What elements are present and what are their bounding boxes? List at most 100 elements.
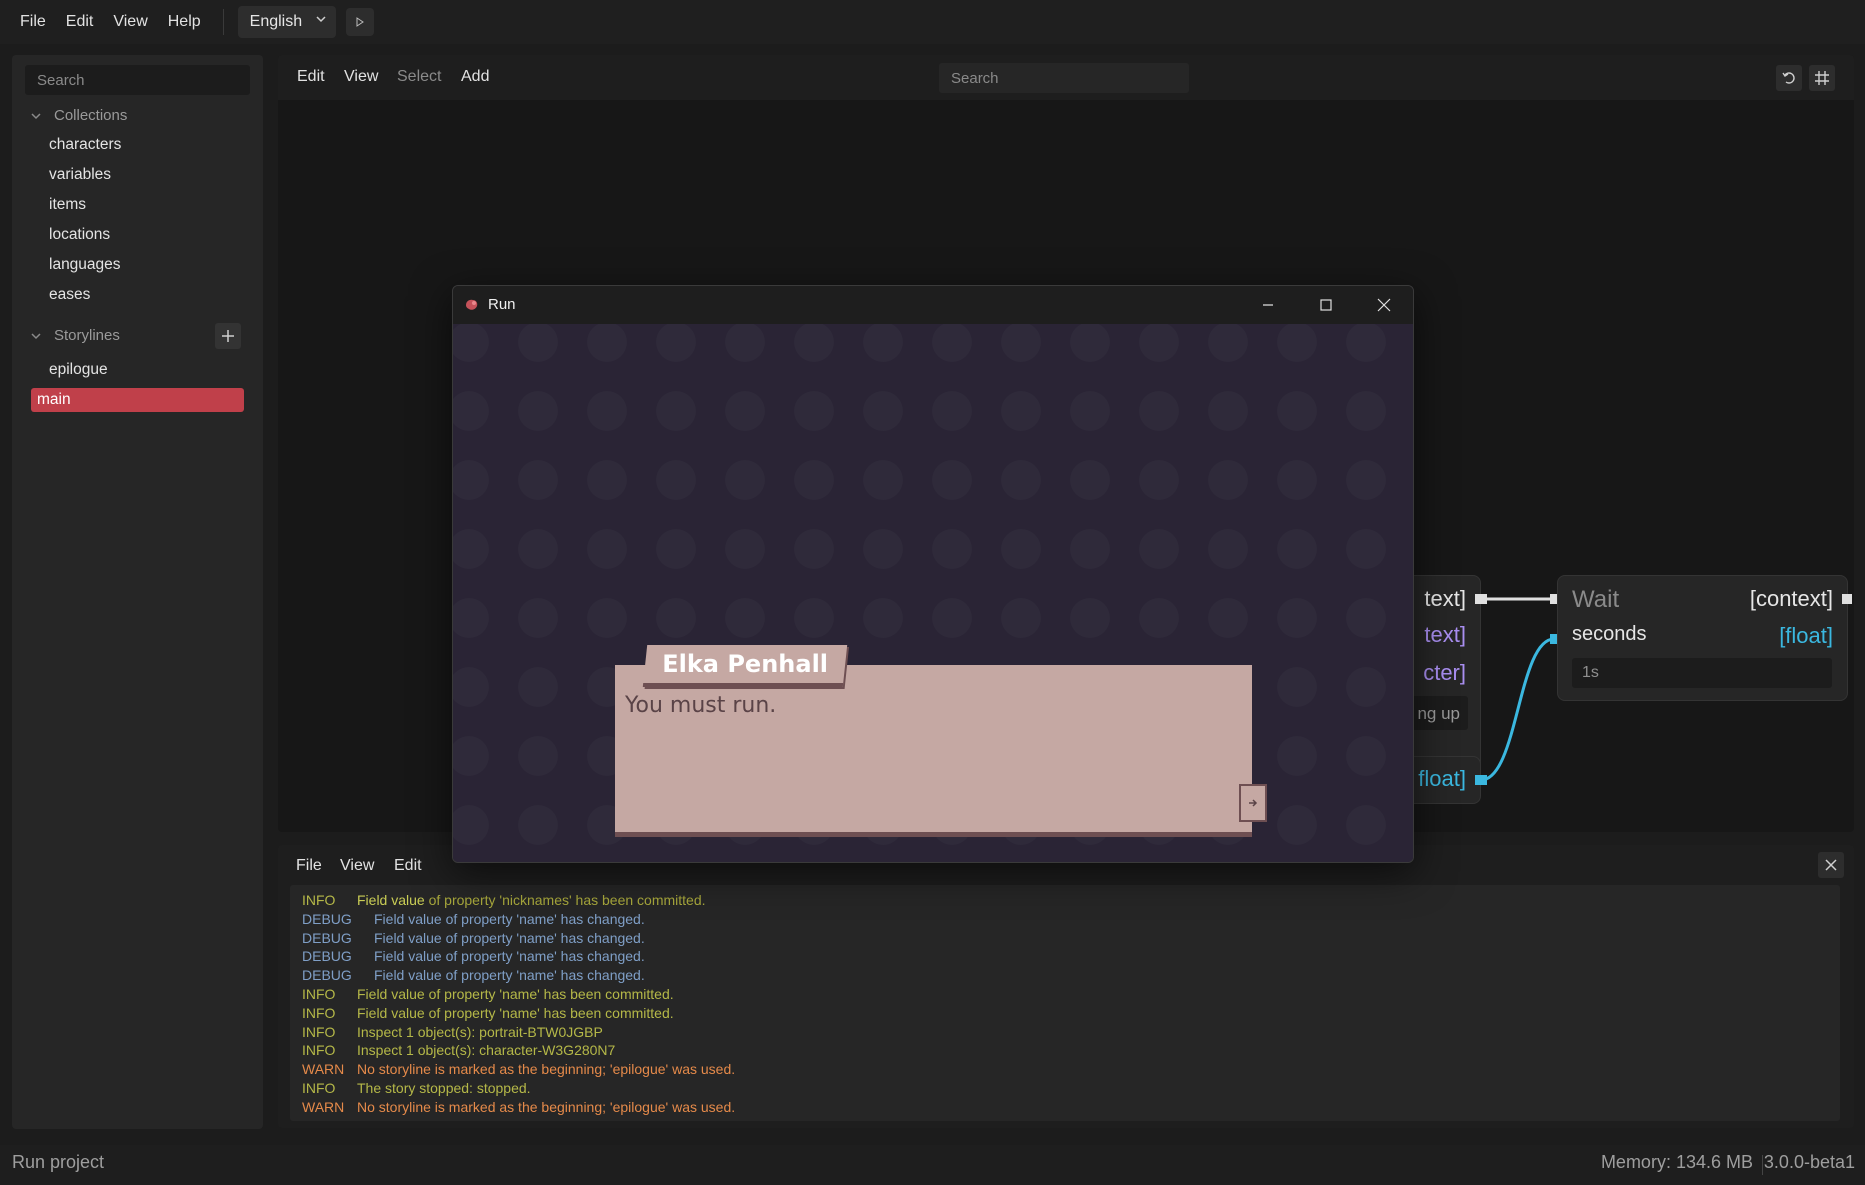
- collections-header[interactable]: Collections: [30, 107, 127, 124]
- run-window[interactable]: Run Elka Penhall You must run.: [452, 285, 1414, 863]
- collection-item-variables[interactable]: variables: [31, 163, 244, 187]
- log-line: INFO Field value of property 'name' has b…: [302, 1004, 1840, 1023]
- pattern-dot: [453, 324, 489, 362]
- log-message-text: Field value of property 'name' has chang…: [374, 967, 645, 984]
- wait-node[interactable]: Wait [context] seconds [float] 1s: [1557, 575, 1848, 701]
- log-message: No storyline is marked as the beginning;…: [357, 1098, 735, 1117]
- run-window-titlebar[interactable]: Run: [453, 286, 1413, 324]
- seconds-input-field[interactable]: 1s: [1572, 658, 1832, 688]
- pattern-dot: [725, 324, 765, 362]
- language-select[interactable]: English: [237, 6, 336, 38]
- advance-dialogue-button[interactable]: [1239, 784, 1267, 822]
- memory-usage: Memory: 134.6 MB: [1600, 1152, 1753, 1172]
- pattern-dot: [453, 805, 489, 845]
- add-storyline-button[interactable]: [215, 323, 241, 349]
- pattern-dot: [453, 529, 489, 569]
- pattern-dot: [1346, 529, 1386, 569]
- console-menu-file[interactable]: File: [296, 857, 322, 875]
- port-handle[interactable]: [1842, 594, 1854, 604]
- log-level: DEBUG: [302, 929, 352, 946]
- log-line: INFO Field value of property 'name' has b…: [302, 985, 1840, 1004]
- log-message-highlight: Field value: [357, 892, 425, 908]
- log-line: DEBUG Field value of property 'name' has …: [302, 966, 1840, 985]
- pattern-dot: [453, 667, 489, 707]
- log-message: The story stopped: stopped.: [357, 1079, 531, 1098]
- dialogue-box[interactable]: You must run.: [615, 665, 1252, 837]
- log-message-text: Field value of property 'name' has chang…: [374, 929, 645, 946]
- log-line: WARN No storyline is marked as the beginn…: [302, 1060, 1840, 1079]
- pattern-dot: [656, 598, 696, 638]
- storylines-header[interactable]: Storylines: [30, 327, 120, 344]
- float-wire: [1480, 637, 1555, 782]
- arrow-right-icon: [1249, 799, 1258, 807]
- sidebar-search-input[interactable]: [25, 65, 250, 95]
- pattern-dot: [587, 598, 627, 638]
- pattern-dot: [1001, 324, 1041, 362]
- storyline-item-main[interactable]: main: [31, 388, 244, 412]
- run-project-button[interactable]: [345, 8, 374, 36]
- maximize-button[interactable]: [1297, 286, 1355, 324]
- collection-item-items[interactable]: items: [31, 193, 244, 217]
- pattern-dot: [932, 598, 972, 638]
- pattern-dot: [1070, 324, 1110, 362]
- chevron-down-icon: [316, 16, 326, 23]
- play-icon: [356, 17, 364, 27]
- pattern-dot: [1139, 324, 1179, 362]
- collection-item-languages[interactable]: languages: [31, 253, 244, 277]
- pattern-dot: [725, 598, 765, 638]
- status-message: Run project: [12, 1152, 105, 1172]
- minimize-button[interactable]: [1239, 286, 1297, 324]
- menu-edit[interactable]: Edit: [56, 7, 104, 37]
- log-message: Field value of property 'name' has been …: [357, 985, 674, 1004]
- pattern-dot: [1208, 529, 1248, 569]
- game-stage[interactable]: Elka Penhall You must run.: [453, 324, 1413, 862]
- port-float-input: [float]: [1779, 623, 1833, 648]
- console-close-button[interactable]: [1818, 852, 1844, 878]
- collection-item-eases[interactable]: eases: [31, 283, 244, 307]
- seconds-input-label: seconds: [1572, 623, 1647, 645]
- log-message: Field value of property 'name' has chang…: [374, 947, 645, 966]
- log-line: INFO The story stopped: stopped.: [302, 1079, 1840, 1098]
- log-message: Field value of property 'name' has been …: [357, 1004, 674, 1023]
- log-line: DEBUG Field value of property 'name' has …: [302, 947, 1840, 966]
- app-version: 3.0.0-beta1: [1763, 1152, 1855, 1172]
- console-menu-view[interactable]: View: [340, 857, 374, 875]
- menu-help[interactable]: Help: [158, 7, 211, 37]
- pattern-dot: [1208, 391, 1248, 431]
- collection-item-locations[interactable]: locations: [31, 223, 244, 247]
- port-handle[interactable]: [1475, 594, 1487, 604]
- pattern-dot: [863, 529, 903, 569]
- log-message-text: Inspect 1 object(s): portrait-BTW0JGBP: [357, 1023, 603, 1040]
- log-level: INFO: [302, 892, 336, 908]
- app-logo-icon: [466, 299, 478, 310]
- pattern-dot: [518, 667, 558, 707]
- log-message-text: Field value of property 'name' has been …: [357, 985, 674, 1002]
- menu-view[interactable]: View: [103, 7, 157, 37]
- log-message-text: No storyline is marked as the beginning;…: [357, 1098, 736, 1115]
- storyline-item-epilogue[interactable]: epilogue: [31, 358, 244, 382]
- pattern-dot: [863, 460, 903, 500]
- pattern-dot: [518, 391, 558, 431]
- console-menu-edit[interactable]: Edit: [394, 857, 422, 875]
- close-window-button[interactable]: [1355, 286, 1413, 324]
- collection-item-characters[interactable]: characters: [31, 133, 244, 157]
- console-panel: File View Edit INFO Field value of proper…: [278, 845, 1854, 1128]
- log-message-text: Field value of property 'name' has chang…: [374, 910, 645, 927]
- minimize-icon: [1263, 304, 1273, 306]
- menu-file[interactable]: File: [10, 7, 56, 37]
- console-log[interactable]: INFO Field value of property 'nicknames' …: [290, 885, 1840, 1121]
- status-divider: [1762, 1155, 1763, 1175]
- log-message-text: Field value of property 'name' has been …: [357, 1004, 674, 1021]
- pattern-dot: [518, 324, 558, 362]
- pattern-dot: [1277, 391, 1317, 431]
- pattern-dot: [1346, 736, 1386, 776]
- menubar: File Edit View Help English: [0, 0, 1865, 44]
- menubar-divider: [222, 9, 224, 35]
- log-message: No storyline is marked as the beginning;…: [357, 1060, 735, 1079]
- log-level: INFO: [302, 985, 336, 1002]
- statusbar: Run project Memory: 134.6 MB 3.0.0-beta1: [0, 1145, 1865, 1185]
- storylines-label: Storylines: [54, 327, 120, 344]
- log-message: Field value of property 'nicknames' has …: [357, 891, 706, 910]
- pattern-dot: [453, 736, 489, 776]
- port-handle[interactable]: [1475, 775, 1487, 785]
